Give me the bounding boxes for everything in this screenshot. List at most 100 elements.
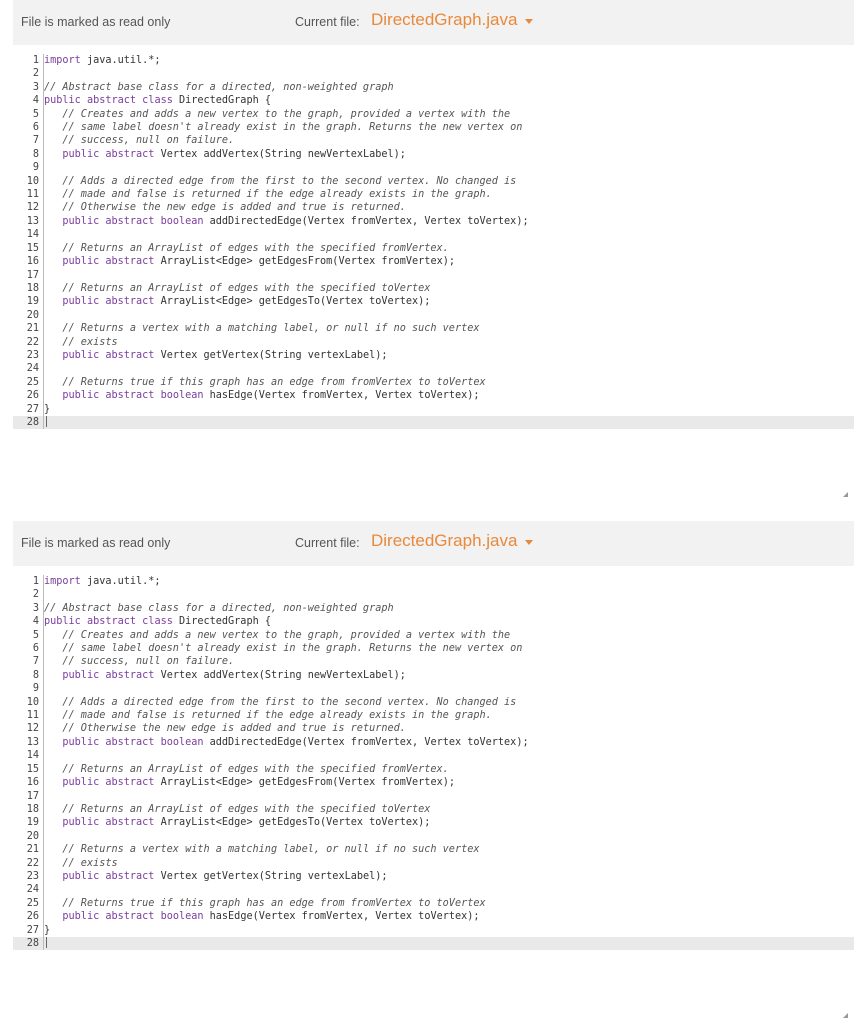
code-line[interactable]: 13 public abstract boolean addDirectedEd… [13,735,854,750]
code-text: public abstract class DirectedGraph { [44,616,271,628]
line-number: 15 [13,762,44,777]
code-text: // Otherwise the new edge is added and t… [62,202,406,214]
code-line[interactable]: 8 public abstract Vertex addVertex(Strin… [13,147,854,162]
code-line[interactable]: 8 public abstract Vertex addVertex(Strin… [13,668,854,683]
caret-down-icon [525,18,534,24]
line-number: 2 [13,67,44,81]
code-line[interactable]: 10 // Adds a directed edge from the firs… [13,174,854,189]
code-line[interactable]: 19 public abstract ArrayList<Edge> getEd… [13,295,854,309]
code-line[interactable]: 25 // Returns true if this graph has an … [13,896,854,911]
code-line[interactable]: 1 import java.util.*; [13,575,854,589]
code-line[interactable]: 12 // Otherwise the new edge is added an… [13,201,854,215]
code-text: // Returns true if this graph has an edg… [62,897,486,909]
code-line[interactable]: 14 [13,749,854,763]
current-file-label: Current file: [295,536,360,550]
code-text: // exists [62,336,118,348]
code-text: public abstract ArrayList<Edge> getEdges… [62,296,431,308]
current-file-dropdown[interactable]: DirectedGraph.java [371,531,534,551]
code-line[interactable]: 6 // same label doesn't already exist in… [13,642,854,656]
code-line[interactable]: 20 [13,829,854,844]
line-number: 9 [13,161,44,175]
code-line[interactable]: 25 // Returns true if this graph has an … [13,375,854,390]
line-number: 16 [13,255,44,269]
code-line[interactable]: 14 [13,228,854,242]
code-line[interactable]: 26 public abstract boolean hasEdge(Verte… [13,389,854,403]
code-line[interactable]: 11 // made and false is returned if the … [13,188,854,202]
code-text: // Returns an ArrayList of edges with th… [62,242,449,254]
line-number: 8 [13,147,44,162]
code-line[interactable]: 27} [13,402,854,416]
code-line[interactable]: 20 [13,308,854,323]
code-line[interactable]: 22 // exists [13,856,854,870]
code-line[interactable]: 27} [13,923,854,937]
current-file-name: DirectedGraph.java [371,531,518,550]
code-line[interactable]: 12 // Otherwise the new edge is added an… [13,722,854,736]
line-number: 6 [13,642,44,656]
code-line[interactable]: 1 import java.util.*; [13,54,854,68]
code-line[interactable]: 18 // Returns an ArrayList of edges with… [13,281,854,296]
code-line[interactable]: 5 // Creates and adds a new vertex to th… [13,628,854,643]
code-line[interactable]: 2 [13,588,854,602]
code-line[interactable]: 21 // Returns a vertex with a matching l… [13,322,854,336]
line-number: 16 [13,776,44,790]
line-number: 17 [13,789,44,803]
line-number: 1 [13,54,44,68]
line-number: 19 [13,816,44,830]
code-line[interactable]: 22 // exists [13,335,854,349]
code-line[interactable]: 24 [13,362,854,376]
code-line[interactable]: 28 [13,936,854,951]
code-line[interactable]: 3// Abstract base class for a directed, … [13,601,854,616]
code-line[interactable]: 23 public abstract Vertex getVertex(Stri… [13,348,854,363]
readonly-notice: File is marked as read only [21,15,171,29]
code-line[interactable]: 5 // Creates and adds a new vertex to th… [13,107,854,122]
resize-handle-icon[interactable] [843,492,848,497]
code-line[interactable]: 11 // made and false is returned if the … [13,709,854,723]
code-line[interactable]: 28 [13,415,854,430]
code-line[interactable]: 3// Abstract base class for a directed, … [13,80,854,95]
resize-handle-icon[interactable] [843,1013,848,1018]
line-number: 24 [13,362,44,376]
line-number: 9 [13,682,44,696]
code-line[interactable]: 17 [13,789,854,803]
code-line[interactable]: 4 public abstract class DirectedGraph { [13,94,854,108]
line-number: 10 [13,174,44,189]
code-line[interactable]: 9 [13,161,854,175]
code-line[interactable]: 16 public abstract ArrayList<Edge> getEd… [13,776,854,790]
code-line[interactable]: 4 public abstract class DirectedGraph { [13,615,854,629]
code-text: // Adds a directed edge from the first t… [62,175,517,187]
code-text: // Returns a vertex with a matching labe… [62,844,480,856]
code-line[interactable]: 9 [13,682,854,696]
code-text: // Returns an ArrayList of edges with th… [62,763,449,775]
code-editor[interactable]: 1 import java.util.*; 2 3// Abstract base c… [13,54,854,430]
line-number: 14 [13,749,44,763]
line-number: 7 [13,655,44,669]
code-editor[interactable]: 1 import java.util.*; 2 3// Abstract base c… [13,575,854,951]
line-number: 26 [13,910,44,924]
code-line[interactable]: 21 // Returns a vertex with a matching l… [13,843,854,857]
code-line[interactable]: 17 [13,268,854,282]
code-line[interactable]: 19 public abstract ArrayList<Edge> getEd… [13,816,854,830]
code-line[interactable]: 2 [13,67,854,81]
code-line[interactable]: 15 // Returns an ArrayList of edges with… [13,762,854,777]
code-line[interactable]: 24 [13,883,854,897]
code-line[interactable]: 10 // Adds a directed edge from the firs… [13,695,854,710]
code-line[interactable]: 13 public abstract boolean addDirectedEd… [13,214,854,229]
line-number: 21 [13,322,44,336]
code-line[interactable]: 23 public abstract Vertex getVertex(Stri… [13,869,854,884]
line-number: 22 [13,335,44,349]
text-cursor [46,937,47,949]
code-line[interactable]: 7 // success, null on failure. [13,134,854,148]
line-number: 20 [13,829,44,844]
code-line[interactable]: 7 // success, null on failure. [13,655,854,669]
current-file-dropdown[interactable]: DirectedGraph.java [371,10,534,30]
code-text [44,937,47,950]
code-line[interactable]: 16 public abstract ArrayList<Edge> getEd… [13,255,854,269]
text-cursor [46,416,47,428]
line-number: 24 [13,883,44,897]
code-line[interactable]: 15 // Returns an ArrayList of edges with… [13,241,854,256]
code-line[interactable]: 18 // Returns an ArrayList of edges with… [13,802,854,817]
code-text: // Creates and adds a new vertex to the … [62,629,511,641]
line-number: 20 [13,308,44,323]
code-line[interactable]: 6 // same label doesn't already exist in… [13,121,854,135]
code-line[interactable]: 26 public abstract boolean hasEdge(Verte… [13,910,854,924]
